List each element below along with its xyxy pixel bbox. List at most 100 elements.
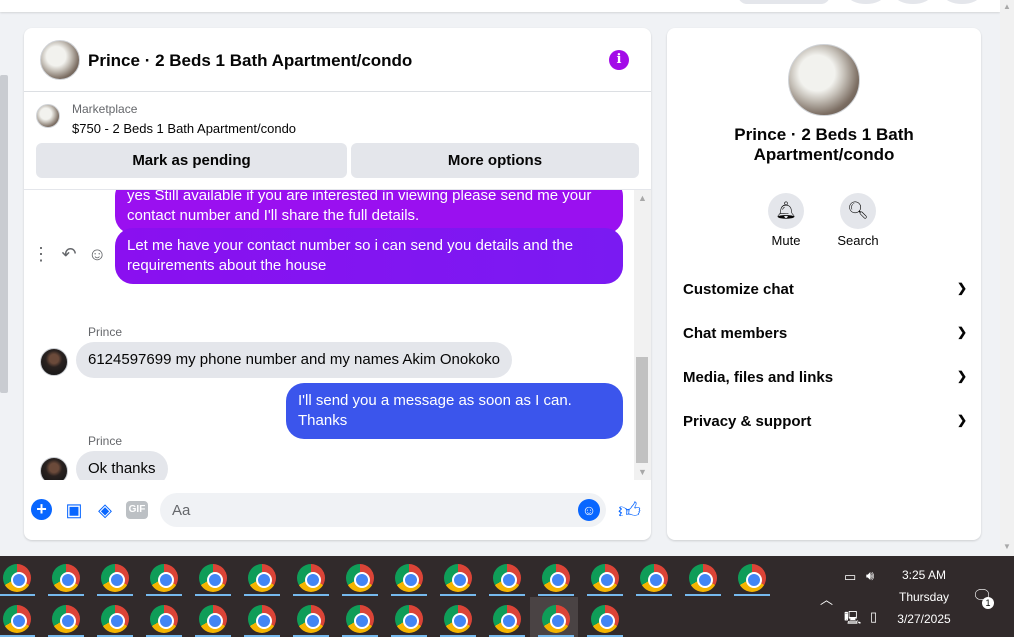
network-icon[interactable]: 🖳︎: [844, 609, 861, 631]
top-nav-icon[interactable]: [848, 0, 884, 4]
more-vertical-icon[interactable]: ⋮: [32, 244, 50, 265]
privacy-support-section[interactable]: Privacy & support ❯: [683, 413, 967, 437]
plus-icon[interactable]: +: [31, 499, 52, 520]
image-icon[interactable]: ▣: [63, 499, 85, 521]
media-files-links-section[interactable]: Media, files and links ❯: [683, 369, 967, 393]
taskbar-running-indicator: [195, 594, 231, 596]
emoji-icon[interactable]: ☺: [578, 499, 600, 521]
battery-icon[interactable]: ▭: [844, 569, 856, 585]
scroll-down-icon[interactable]: ▼: [1003, 542, 1011, 551]
section-label: Privacy & support: [683, 413, 812, 430]
mark-as-pending-button[interactable]: Mark as pending: [36, 143, 347, 178]
chrome-taskbar-icon[interactable]: [3, 564, 31, 592]
chrome-taskbar-icon[interactable]: [591, 605, 619, 633]
composer: + ▣ ◈ GIF ☺ 👍︎: [24, 490, 651, 530]
taskbar-running-indicator: [587, 594, 623, 596]
reply-icon[interactable]: ↶: [60, 244, 78, 265]
chrome-taskbar-icon[interactable]: [493, 564, 521, 592]
chrome-taskbar-icon[interactable]: [444, 605, 472, 633]
scroll-down-icon[interactable]: ▼: [638, 467, 647, 477]
chrome-taskbar-icon[interactable]: [689, 564, 717, 592]
chrome-taskbar-icon[interactable]: [493, 605, 521, 633]
chrome-taskbar-icon[interactable]: [591, 564, 619, 592]
chrome-taskbar-icon[interactable]: [395, 605, 423, 633]
chevron-down-icon: ❯: [956, 325, 967, 339]
mute-label: Mute: [771, 233, 801, 248]
search-icon[interactable]: 🔍︎: [840, 193, 876, 229]
page-scrollbar[interactable]: ▲ ▼: [1000, 0, 1014, 556]
taskbar-running-indicator: [685, 594, 721, 596]
section-label: Customize chat: [683, 281, 794, 298]
message-bubble-outgoing[interactable]: I'll send you a message as soon as I can…: [286, 383, 623, 439]
taskbar-running-indicator: [734, 594, 770, 596]
chrome-taskbar-icon[interactable]: [101, 605, 129, 633]
taskbar-running-indicator: [440, 594, 476, 596]
chat-scroll-thumb[interactable]: [636, 357, 648, 463]
sender-avatar[interactable]: [40, 457, 68, 480]
clock-date[interactable]: 3/27/2025: [888, 612, 960, 626]
scroll-up-icon[interactable]: ▲: [638, 193, 647, 203]
meet-icon[interactable]: ▯: [870, 609, 877, 625]
thumbs-up-icon[interactable]: 👍︎: [618, 497, 641, 524]
mute-button[interactable]: 🔔︎ Mute: [756, 193, 816, 248]
chat-header: Prince · 2 Beds 1 Bath Apartment/condo i: [24, 28, 651, 92]
chrome-taskbar-icon[interactable]: [199, 564, 227, 592]
chrome-taskbar-icon[interactable]: [52, 564, 80, 592]
profile-avatar[interactable]: [944, 0, 980, 4]
section-label: Chat members: [683, 325, 788, 342]
chrome-taskbar-icon[interactable]: [248, 564, 276, 592]
search-button[interactable]: 🔍︎ Search: [828, 193, 888, 248]
info-icon[interactable]: i: [609, 50, 629, 70]
chrome-taskbar-icon[interactable]: [395, 564, 423, 592]
clock-day[interactable]: Thursday: [894, 590, 954, 604]
sticker-icon[interactable]: ◈: [94, 499, 116, 521]
clock-time[interactable]: 3:25 AM: [894, 568, 954, 582]
chrome-taskbar-icon[interactable]: [640, 564, 668, 592]
chrome-taskbar-icon[interactable]: [199, 605, 227, 633]
chrome-taskbar-icon[interactable]: [248, 605, 276, 633]
message-bubble-incoming[interactable]: Ok thanks: [76, 451, 168, 480]
chrome-taskbar-icon[interactable]: [297, 564, 325, 592]
message-bubble-outgoing[interactable]: Let me have your contact number so i can…: [115, 228, 623, 284]
chrome-taskbar-icon[interactable]: [542, 564, 570, 592]
volume-icon[interactable]: 🔊︎: [866, 568, 874, 584]
chrome-taskbar-icon[interactable]: [444, 564, 472, 592]
scroll-up-icon[interactable]: ▲: [1003, 2, 1011, 11]
chrome-taskbar-icon[interactable]: [346, 605, 374, 633]
sender-avatar[interactable]: [40, 348, 68, 376]
chrome-taskbar-icon[interactable]: [150, 605, 178, 633]
chrome-taskbar-icon[interactable]: [542, 605, 570, 633]
chrome-taskbar-icon[interactable]: [3, 605, 31, 633]
top-nav-icon[interactable]: [895, 0, 931, 4]
top-nav-pill[interactable]: [738, 0, 830, 4]
chevron-up-icon[interactable]: ︿: [820, 589, 833, 608]
listing-avatar-large[interactable]: [788, 44, 860, 116]
message-bubble-incoming[interactable]: 6124597699 my phone number and my names …: [76, 342, 512, 378]
gif-icon[interactable]: GIF: [126, 501, 148, 519]
customize-chat-section[interactable]: Customize chat ❯: [683, 281, 967, 305]
taskbar-running-indicator: [244, 594, 280, 596]
message-input[interactable]: [160, 493, 606, 527]
left-scrollbar[interactable]: [0, 75, 8, 393]
chat-members-section[interactable]: Chat members ❯: [683, 325, 967, 349]
more-options-button[interactable]: More options: [351, 143, 639, 178]
taskbar-running-indicator: [342, 594, 378, 596]
chrome-taskbar-icon[interactable]: [52, 605, 80, 633]
chrome-taskbar-icon[interactable]: [150, 564, 178, 592]
chrome-taskbar-icon[interactable]: [297, 605, 325, 633]
chat-title[interactable]: Prince · 2 Beds 1 Bath Apartment/condo: [88, 51, 412, 71]
chat-scrollbar[interactable]: ▲ ▼: [634, 190, 651, 480]
message-list[interactable]: yes Still available if you are intereste…: [24, 190, 635, 480]
marketplace-item[interactable]: $750 - 2 Beds 1 Bath Apartment/condo: [72, 121, 296, 136]
listing-thumbnail[interactable]: [36, 104, 60, 128]
bell-icon[interactable]: 🔔︎: [768, 193, 804, 229]
chevron-down-icon: ❯: [956, 369, 967, 383]
notification-count: 1: [982, 597, 994, 609]
browser-top-bar: [0, 0, 1000, 12]
listing-avatar[interactable]: [40, 40, 80, 80]
chrome-taskbar-icon[interactable]: [101, 564, 129, 592]
chrome-taskbar-icon[interactable]: [346, 564, 374, 592]
info-title: Prince · 2 Beds 1 Bath Apartment/condo: [734, 125, 914, 164]
chrome-taskbar-icon[interactable]: [738, 564, 766, 592]
react-icon[interactable]: ☺: [88, 244, 106, 265]
